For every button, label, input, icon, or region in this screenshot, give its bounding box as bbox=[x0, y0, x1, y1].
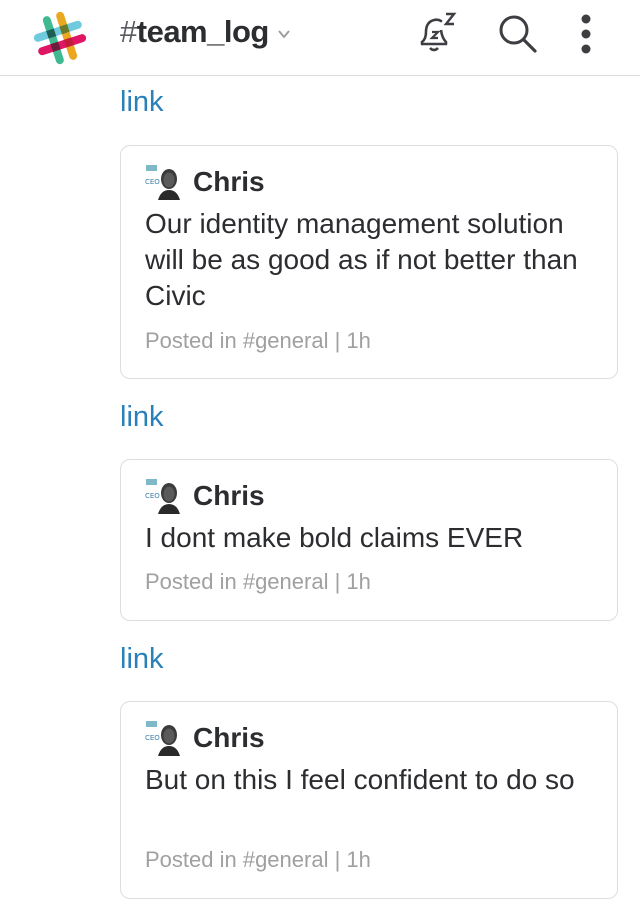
channel-hash: # bbox=[120, 14, 137, 49]
message-meta[interactable]: Posted in #general | 1h bbox=[145, 569, 371, 595]
message-meta[interactable]: Posted in #general | 1h bbox=[145, 847, 371, 873]
message-link[interactable]: link bbox=[120, 86, 164, 119]
slack-logo-icon[interactable] bbox=[30, 8, 90, 68]
top-bar: # team_log bbox=[0, 0, 640, 76]
svg-text:CEO: CEO bbox=[145, 492, 160, 500]
author-name[interactable]: Chris bbox=[193, 722, 265, 754]
message-card[interactable]: CEO Chris Our identity management soluti… bbox=[120, 145, 618, 379]
author-name[interactable]: Chris bbox=[193, 166, 265, 198]
chevron-down-icon bbox=[278, 30, 290, 39]
channel-title[interactable]: # team_log bbox=[120, 12, 291, 52]
snooze-bell-icon[interactable] bbox=[410, 8, 462, 60]
message-text: I dont make bold claims EVER bbox=[145, 522, 524, 553]
svg-text:CEO: CEO bbox=[145, 178, 160, 186]
message-meta[interactable]: Posted in #general | 1h bbox=[145, 328, 371, 354]
message-card[interactable]: CEO Chris I dont make bold claims EVER P… bbox=[120, 459, 618, 621]
avatar[interactable]: CEO bbox=[145, 720, 181, 756]
message-text: Our identity management solution will be… bbox=[145, 208, 578, 311]
author-name[interactable]: Chris bbox=[193, 480, 265, 512]
message-link[interactable]: link bbox=[120, 643, 164, 676]
author-row: CEO Chris bbox=[145, 720, 265, 756]
author-row: CEO Chris bbox=[145, 478, 265, 514]
channel-name: team_log bbox=[136, 14, 270, 49]
message-text: But on this I feel confident to do so bbox=[145, 764, 575, 795]
author-row: CEO Chris bbox=[145, 164, 265, 200]
message-card[interactable]: CEO Chris But on this I feel confident t… bbox=[120, 701, 618, 899]
avatar[interactable]: CEO bbox=[145, 164, 181, 200]
svg-text:CEO: CEO bbox=[145, 734, 160, 742]
more-vertical-icon[interactable] bbox=[566, 10, 606, 58]
avatar[interactable]: CEO bbox=[145, 478, 181, 514]
search-icon[interactable] bbox=[494, 10, 542, 58]
message-link[interactable]: link bbox=[120, 401, 164, 434]
